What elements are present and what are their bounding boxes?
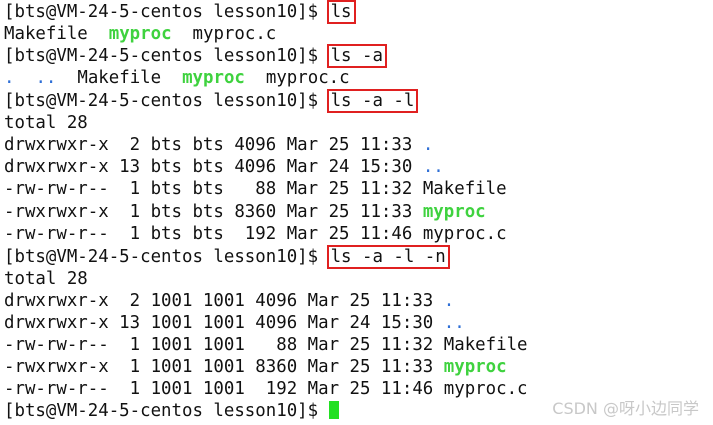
file-makefile: Makefile: [4, 24, 88, 44]
row-meta: drwxrwxr-x 13 1001 1001 4096 Mar 24 15:3…: [4, 313, 444, 333]
row-meta: drwxrwxr-x 2 1001 1001 4096 Mar 25 11:33: [4, 291, 444, 311]
numeric-listing-total: total 28: [4, 269, 88, 289]
row-meta: -rwxrwxr-x 1 bts bts 8360 Mar 25 11:33: [4, 202, 423, 222]
command-ls-a-l-n-highlight: ls -a -l -n: [326, 245, 450, 269]
row-meta: -rw-rw-r-- 1 bts bts 192 Mar 25 11:46: [4, 224, 423, 244]
file-myproc-c: myproc.c: [265, 68, 350, 88]
file-makefile: Makefile: [443, 335, 528, 355]
file-myproc: myproc: [443, 357, 507, 377]
listing-row: -rw-rw-r-- 1 bts bts 192 Mar 25 11:46 my…: [4, 223, 507, 245]
file-myproc: myproc: [182, 68, 245, 88]
file-makefile: Makefile: [77, 68, 162, 88]
numeric-listing-row: -rw-rw-r-- 1 1001 1001 88 Mar 25 11:32 M…: [4, 334, 528, 356]
file-myproc-c: myproc.c: [443, 379, 528, 399]
numeric-listing-row: drwxrwxr-x 13 1001 1001 4096 Mar 24 15:3…: [4, 312, 465, 334]
output-ls: Makefile myproc myproc.c: [4, 23, 276, 45]
row-meta: -rw-rw-r-- 1 1001 1001 88 Mar 25 11:32: [4, 335, 444, 355]
dir-current: .: [443, 291, 455, 311]
prompt-line-3: [bts@VM-24-5-centos lesson10]$ ls -a -l: [4, 89, 419, 113]
listing-row: drwxrwxr-x 13 bts bts 4096 Mar 24 15:30 …: [4, 156, 444, 178]
row-meta: drwxrwxr-x 2 bts bts 4096 Mar 25 11:33: [4, 135, 423, 155]
row-meta: -rwxrwxr-x 1 1001 1001 8360 Mar 25 11:33: [4, 357, 444, 377]
dir-parent: ..: [35, 68, 57, 88]
numeric-listing-row: -rw-rw-r-- 1 1001 1001 192 Mar 25 11:46 …: [4, 378, 528, 400]
listing-row: -rw-rw-r-- 1 bts bts 88 Mar 25 11:32 Mak…: [4, 178, 507, 200]
row-meta: -rw-rw-r-- 1 bts bts 88 Mar 25 11:32: [4, 179, 423, 199]
prompt-line-1: [bts@VM-24-5-centos lesson10]$ ls: [4, 0, 356, 24]
dir-parent: ..: [422, 157, 444, 177]
file-myproc: myproc: [108, 24, 172, 44]
output-ls-a: . .. Makefile myproc myproc.c: [4, 67, 350, 89]
listing-row: -rwxrwxr-x 1 bts bts 8360 Mar 25 11:33 m…: [4, 201, 486, 223]
prompt-line-2: [bts@VM-24-5-centos lesson10]$ ls -a: [4, 44, 387, 68]
prompt: [bts@VM-24-5-centos lesson10]$: [4, 46, 329, 66]
row-meta: -rw-rw-r-- 1 1001 1001 192 Mar 25 11:46: [4, 379, 444, 399]
command-ls-a-highlight: ls -a: [326, 44, 387, 68]
cursor: [328, 401, 339, 419]
file-myproc-c: myproc.c: [422, 224, 507, 244]
dir-current: .: [422, 135, 434, 155]
dir-parent: ..: [443, 313, 465, 333]
csdn-watermark: CSDN @呀小边同学: [552, 399, 699, 418]
listing-total: total 28: [4, 113, 88, 133]
prompt: [bts@VM-24-5-centos lesson10]$: [4, 247, 329, 267]
prompt: [bts@VM-24-5-centos lesson10]$: [4, 401, 329, 421]
terminal-window[interactable]: [bts@VM-24-5-centos lesson10]$ ls Makefi…: [0, 0, 713, 425]
command-ls-a-l-highlight: ls -a -l: [326, 89, 419, 113]
numeric-listing-row: -rwxrwxr-x 1 1001 1001 8360 Mar 25 11:33…: [4, 356, 507, 378]
prompt: [bts@VM-24-5-centos lesson10]$: [4, 2, 329, 22]
prompt: [bts@VM-24-5-centos lesson10]$: [4, 91, 329, 111]
file-makefile: Makefile: [422, 179, 507, 199]
file-myproc-c: myproc.c: [192, 24, 277, 44]
numeric-listing-row: drwxrwxr-x 2 1001 1001 4096 Mar 25 11:33…: [4, 290, 454, 312]
row-meta: drwxrwxr-x 13 bts bts 4096 Mar 24 15:30: [4, 157, 423, 177]
command-ls-highlight: ls: [326, 0, 356, 24]
prompt-line-4: [bts@VM-24-5-centos lesson10]$ ls -a -l …: [4, 245, 450, 269]
prompt-line-5[interactable]: [bts@VM-24-5-centos lesson10]$: [4, 400, 339, 422]
file-myproc: myproc: [422, 202, 486, 222]
dir-current: .: [4, 68, 15, 88]
listing-row: drwxrwxr-x 2 bts bts 4096 Mar 25 11:33 .: [4, 134, 433, 156]
